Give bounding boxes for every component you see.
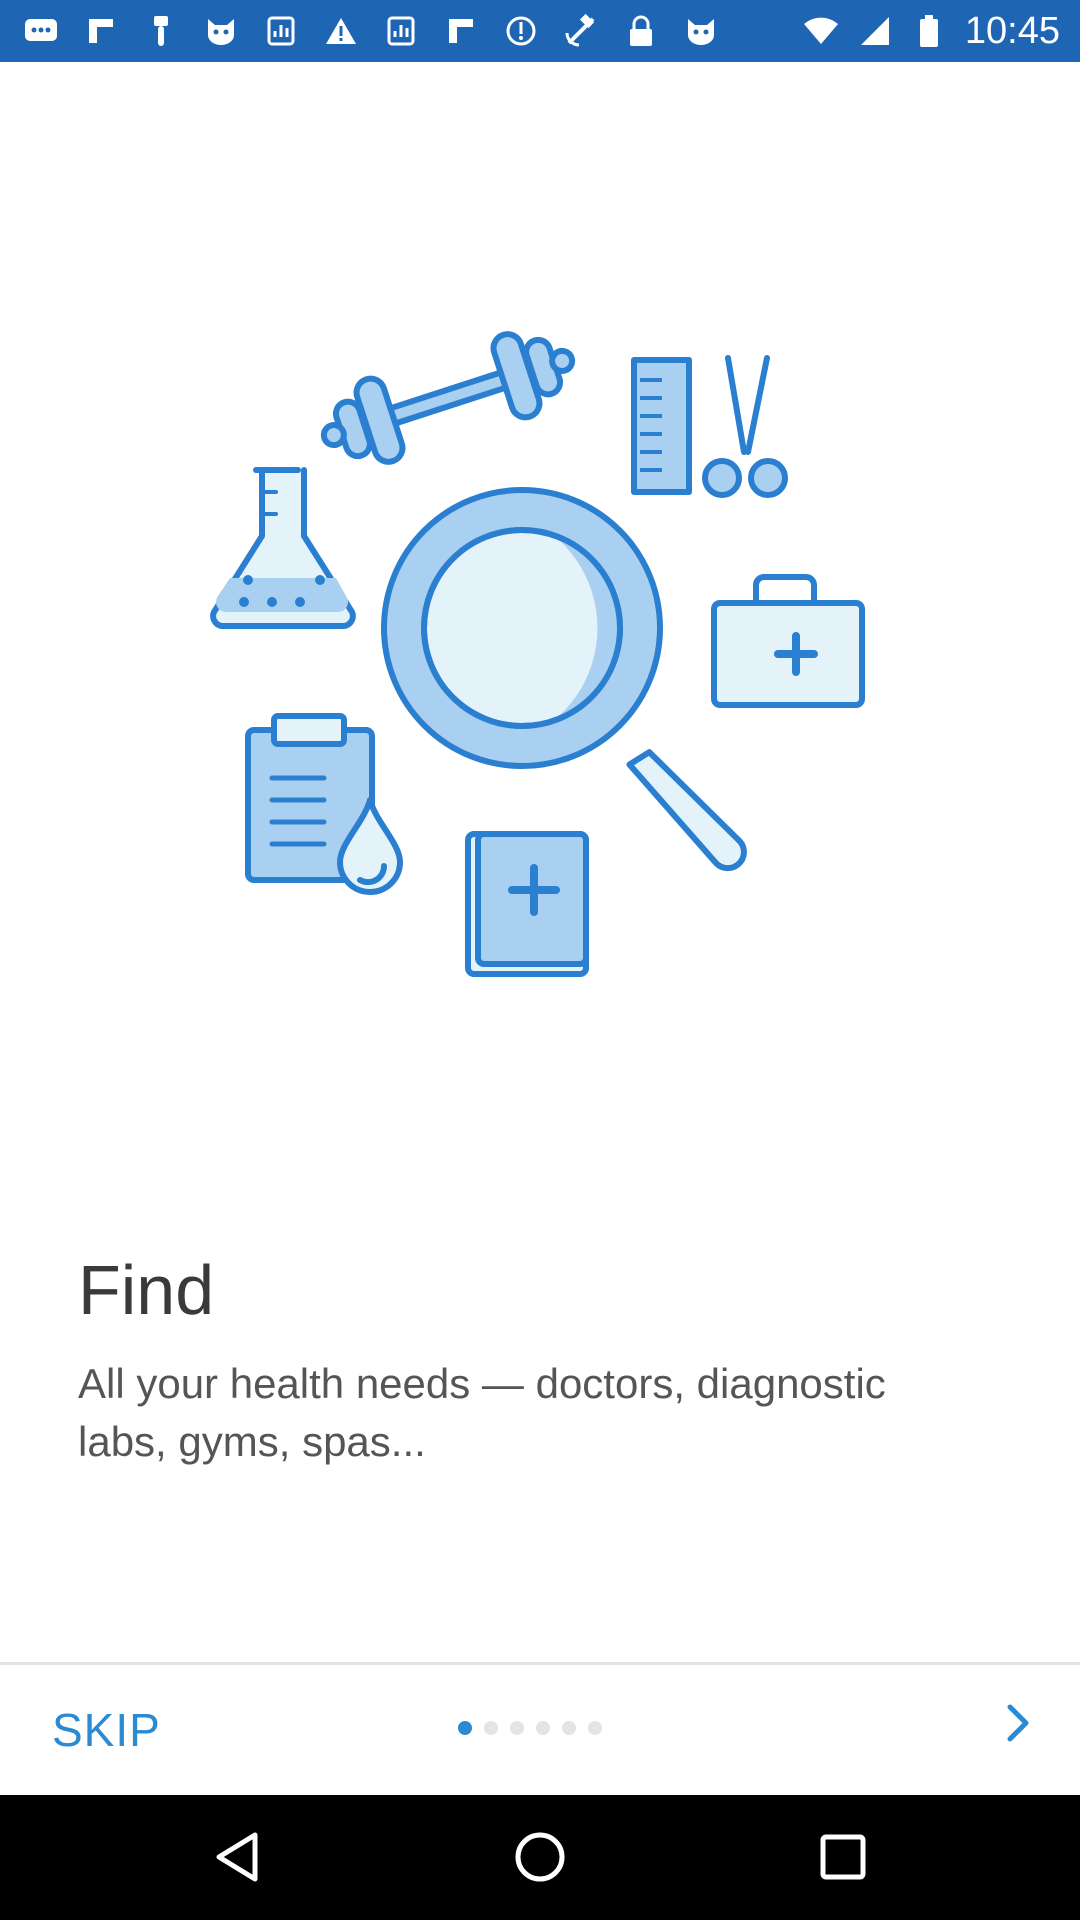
sync-icon [502, 12, 540, 50]
next-button[interactable] [986, 1691, 1050, 1755]
back-triangle-icon [216, 1832, 258, 1882]
wifi-icon [803, 13, 839, 49]
flask-icon [210, 467, 356, 629]
page-dot [588, 1721, 602, 1735]
fake-gps-icon [562, 12, 600, 50]
signal-icon [857, 13, 893, 49]
page-dot [458, 1721, 472, 1735]
system-status: 10:45 [803, 0, 1060, 62]
scissors-icon [702, 355, 788, 498]
ruler-icon [631, 357, 692, 495]
chart-app-icon [382, 12, 420, 50]
back-button[interactable] [205, 1825, 269, 1889]
warning-icon [322, 12, 360, 50]
skip-button[interactable]: SKIP [52, 1703, 161, 1757]
recents-button[interactable] [811, 1825, 875, 1889]
page-title: Find [78, 1251, 215, 1329]
lock-icon [622, 12, 660, 50]
medical-book-icon [465, 831, 589, 977]
notification-icons [0, 12, 720, 50]
messages-icon [22, 12, 60, 50]
illustration-svg [210, 331, 865, 977]
flipboard-icon [442, 12, 480, 50]
home-circle-icon [515, 1832, 565, 1882]
chevron-right-icon [1007, 1704, 1029, 1742]
status-bar: 10:45 [0, 0, 1080, 62]
first-aid-kit-icon [711, 574, 865, 708]
health-illustration [200, 325, 880, 1005]
dumbbell-icon [320, 331, 576, 465]
magnifying-glass-icon [381, 487, 747, 872]
page-dot [484, 1721, 498, 1735]
chart-app-icon [262, 12, 300, 50]
cat-icon [202, 12, 240, 50]
onboarding-footer: SKIP [0, 1665, 1080, 1795]
paint-icon [142, 12, 180, 50]
clock: 10:45 [964, 9, 1060, 52]
cat-icon [682, 12, 720, 50]
page-subtitle: All your health needs — doctors, diagnos… [78, 1360, 886, 1465]
page-dot [562, 1721, 576, 1735]
page-dot [536, 1721, 550, 1735]
page-indicator [458, 1721, 602, 1735]
page-dot [510, 1721, 524, 1735]
battery-icon [911, 13, 947, 49]
recents-square-icon [820, 1834, 866, 1880]
system-nav-bar [0, 1795, 1080, 1920]
flipboard-icon [82, 12, 120, 50]
home-button[interactable] [508, 1825, 572, 1889]
